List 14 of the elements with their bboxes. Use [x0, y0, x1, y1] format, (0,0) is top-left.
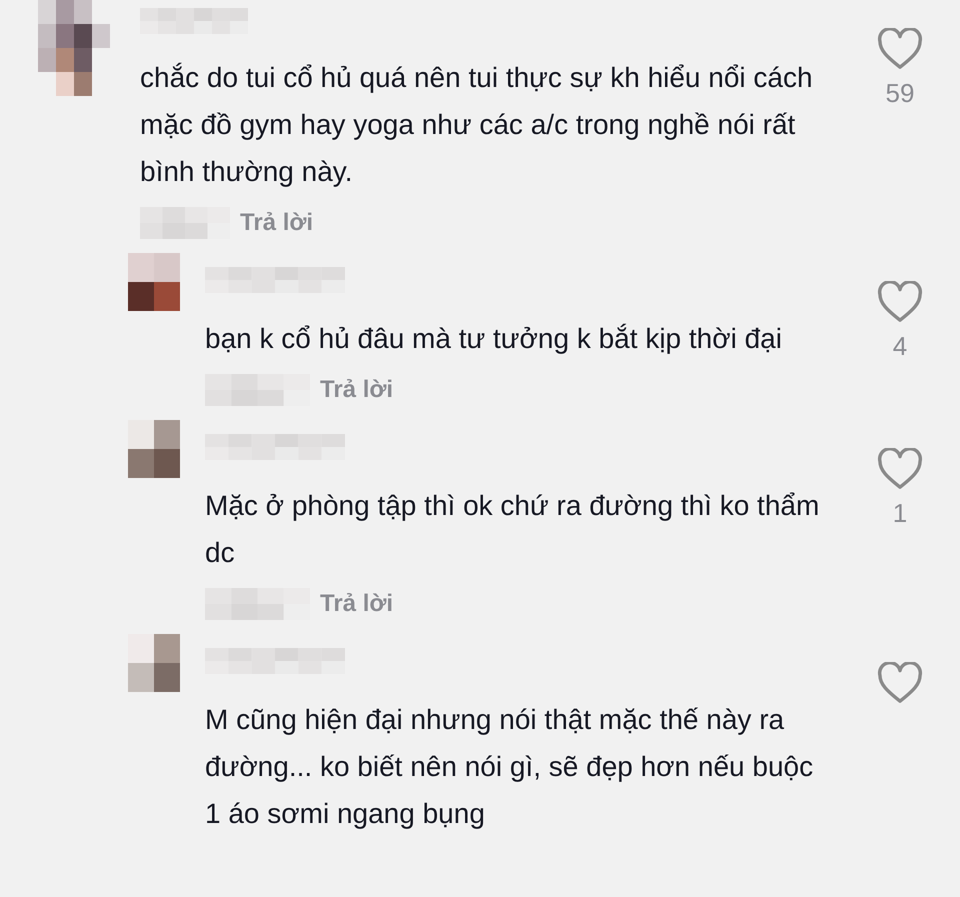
comment-text: bạn k cổ hủ đâu mà tư tưởng k bắt kịp thời đại: [205, 322, 783, 356]
like-count: 4: [892, 330, 908, 363]
heart-icon[interactable]: [877, 662, 923, 704]
reply-button[interactable]: Trả lời: [240, 205, 314, 241]
heart-icon[interactable]: [877, 28, 923, 70]
comment-text: Mặc ở phòng tập thì ok chứ ra đường thì ko thẩm dc: [205, 489, 820, 570]
heart-icon[interactable]: [877, 281, 923, 323]
reply-button[interactable]: Trả lời: [320, 586, 394, 622]
like-count: 59: [886, 77, 914, 110]
like-count: 1: [892, 497, 908, 530]
heart-icon[interactable]: [877, 448, 923, 490]
reply-button[interactable]: Trả lời: [320, 372, 394, 408]
comment-text: M cũng hiện đại nhưng nói thật mặc thế này ra đường... ko biết nên nói gì, sẽ đẹp hơn nếu buộc 1 áo sơmi ngang bụng: [205, 703, 814, 831]
comment-text: chắc do tui cổ hủ quá nên tui thực sự kh hiểu nổi cách mặc đồ gym hay yoga như các a/c trong nghề nói rất bình thường này.: [140, 61, 814, 189]
